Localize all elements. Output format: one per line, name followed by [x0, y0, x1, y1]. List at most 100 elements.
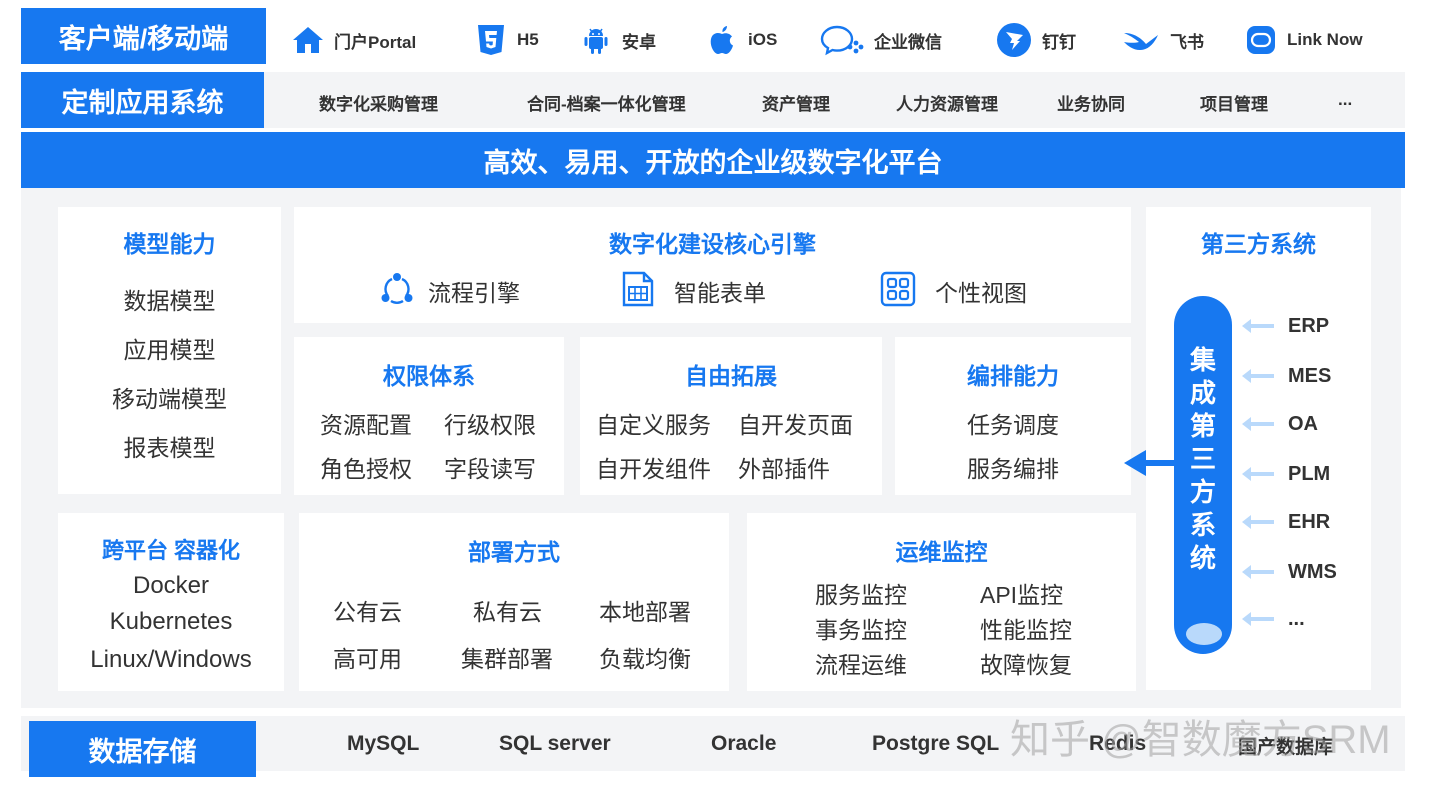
html5-icon — [475, 24, 507, 56]
apple-icon — [706, 24, 738, 56]
apps-label: 定制应用系统 — [21, 72, 264, 128]
client-item-label: 企业微信 — [874, 32, 942, 52]
orchestrate-item: 任务调度 — [967, 412, 1059, 438]
watermark: 知乎 @智数魔方SRM — [1010, 718, 1391, 762]
arrow-left-icon — [1242, 319, 1274, 333]
android-icon — [580, 24, 612, 56]
permission-title: 权限体系 — [383, 363, 475, 389]
system-item-erp: ERP — [1242, 313, 1329, 339]
client-item-label: iOS — [748, 30, 778, 49]
engine-item-label: 个性视图 — [935, 280, 1027, 306]
model-item: 应用模型 — [123, 337, 216, 363]
deploy-title: 部署方式 — [468, 539, 560, 565]
db-item: Oracle — [711, 732, 777, 755]
ops-item: 性能监控 — [980, 617, 1072, 643]
system-item-ehr: EHR — [1242, 509, 1330, 535]
engine-item-label: 流程引擎 — [428, 280, 520, 306]
app-item: 项目管理 — [1200, 95, 1268, 114]
arrow-left-icon — [1242, 565, 1274, 579]
client-item-dingtalk: 钉钉 — [996, 22, 1076, 58]
client-item-label: 钉钉 — [1042, 32, 1076, 52]
ops-panel: 运维监控 服务监控 API监控 事务监控 性能监控 流程运维 故障恢复 — [747, 513, 1136, 691]
client-item-label: H5 — [517, 30, 539, 49]
system-label: EHR — [1288, 510, 1331, 533]
client-item-h5: H5 — [475, 24, 539, 56]
permission-panel: 权限体系 资源配置 行级权限 角色授权 字段读写 — [294, 337, 564, 495]
deploy-item: 负载均衡 — [599, 646, 691, 672]
client-label: 客户端/移动端 — [21, 8, 266, 64]
system-label: OA — [1288, 412, 1318, 435]
system-label: MES — [1288, 364, 1332, 387]
process-cycle-icon — [379, 271, 415, 307]
ops-item: API监控 — [980, 582, 1064, 608]
home-icon — [292, 24, 324, 56]
ops-item: 流程运维 — [815, 652, 907, 678]
deploy-item: 公有云 — [333, 599, 402, 625]
deploy-item: 高可用 — [333, 646, 402, 672]
extend-item: 自开发页面 — [738, 412, 853, 438]
client-item-wecom: 企业微信 — [820, 24, 942, 56]
deploy-item: 集群部署 — [461, 646, 553, 672]
app-item: 合同-档案一体化管理 — [527, 95, 686, 114]
extend-item: 自定义服务 — [596, 412, 711, 438]
arrow-left-icon — [1242, 369, 1274, 383]
client-item-label: 门户Portal — [334, 32, 417, 52]
container-panel: 跨平台 容器化 Docker Kubernetes Linux/Windows — [58, 513, 284, 691]
cylinder-bottom-ellipse — [1186, 623, 1222, 645]
storage-label: 数据存储 — [29, 721, 256, 777]
model-item: 移动端模型 — [112, 386, 227, 412]
deploy-item: 私有云 — [473, 599, 542, 625]
integration-label: 集成第三方系统 — [1189, 345, 1216, 573]
orchestrate-panel: 编排能力 任务调度 服务编排 — [895, 337, 1131, 495]
platform-title: 高效、易用、开放的企业级数字化平台 — [21, 132, 1405, 188]
linknow-icon — [1245, 24, 1277, 56]
system-item-plm: PLM — [1242, 461, 1330, 487]
system-label: ... — [1288, 607, 1305, 630]
engine-title: 数字化建设核心引擎 — [609, 231, 816, 257]
extend-item: 自开发组件 — [596, 456, 711, 482]
system-item-mes: MES — [1242, 363, 1331, 389]
permission-item: 字段读写 — [444, 456, 536, 482]
engine-item-label: 智能表单 — [674, 280, 766, 306]
model-item: 数据模型 — [123, 288, 216, 314]
deploy-item: 本地部署 — [599, 599, 691, 625]
model-panel: 模型能力 数据模型 应用模型 移动端模型 报表模型 — [58, 207, 281, 494]
db-item: MySQL — [347, 732, 420, 755]
container-item: Kubernetes — [109, 608, 233, 635]
app-item: 业务协同 — [1057, 95, 1125, 114]
client-item-ios: iOS — [706, 24, 777, 56]
arrow-left-icon — [1242, 612, 1274, 626]
system-label: WMS — [1288, 560, 1337, 583]
engine-panel: 数字化建设核心引擎 流程引擎 智能表单 个性视图 — [294, 207, 1131, 323]
form-icon — [620, 271, 656, 307]
ops-title: 运维监控 — [895, 539, 988, 565]
client-item-label: 飞书 — [1170, 32, 1204, 52]
arrow-left-icon — [1242, 417, 1274, 431]
system-label: ERP — [1288, 314, 1330, 337]
permission-item: 行级权限 — [444, 412, 536, 438]
db-item: Postgre SQL — [872, 732, 1000, 755]
permission-item: 资源配置 — [320, 412, 412, 438]
container-item: Docker — [132, 572, 210, 599]
orchestrate-item: 服务编排 — [967, 456, 1059, 482]
feishu-icon — [1122, 24, 1160, 56]
wecom-icon — [820, 24, 864, 56]
orchestrate-title: 编排能力 — [967, 363, 1059, 389]
permission-item: 角色授权 — [320, 456, 412, 482]
client-item-portal: 门户Portal — [292, 24, 416, 56]
container-title: 跨平台 容器化 — [101, 538, 241, 563]
ops-item: 事务监控 — [815, 617, 907, 643]
deploy-panel: 部署方式 公有云 私有云 本地部署 高可用 集群部署 负载均衡 — [299, 513, 729, 691]
container-item: Linux/Windows — [90, 646, 252, 673]
system-label: PLM — [1288, 462, 1331, 485]
model-item: 报表模型 — [123, 435, 216, 461]
integration-arrow-icon — [1124, 448, 1176, 478]
system-item-more: ... — [1242, 606, 1305, 632]
arrow-left-icon — [1242, 467, 1274, 481]
app-item: ... — [1338, 90, 1353, 109]
client-item-feishu: 飞书 — [1122, 24, 1204, 56]
dingtalk-icon — [996, 22, 1032, 58]
extend-panel: 自由拓展 自定义服务 自开发页面 自开发组件 外部插件 — [580, 337, 882, 495]
client-item-label: Link Now — [1287, 30, 1363, 49]
ops-item: 故障恢复 — [980, 652, 1072, 678]
